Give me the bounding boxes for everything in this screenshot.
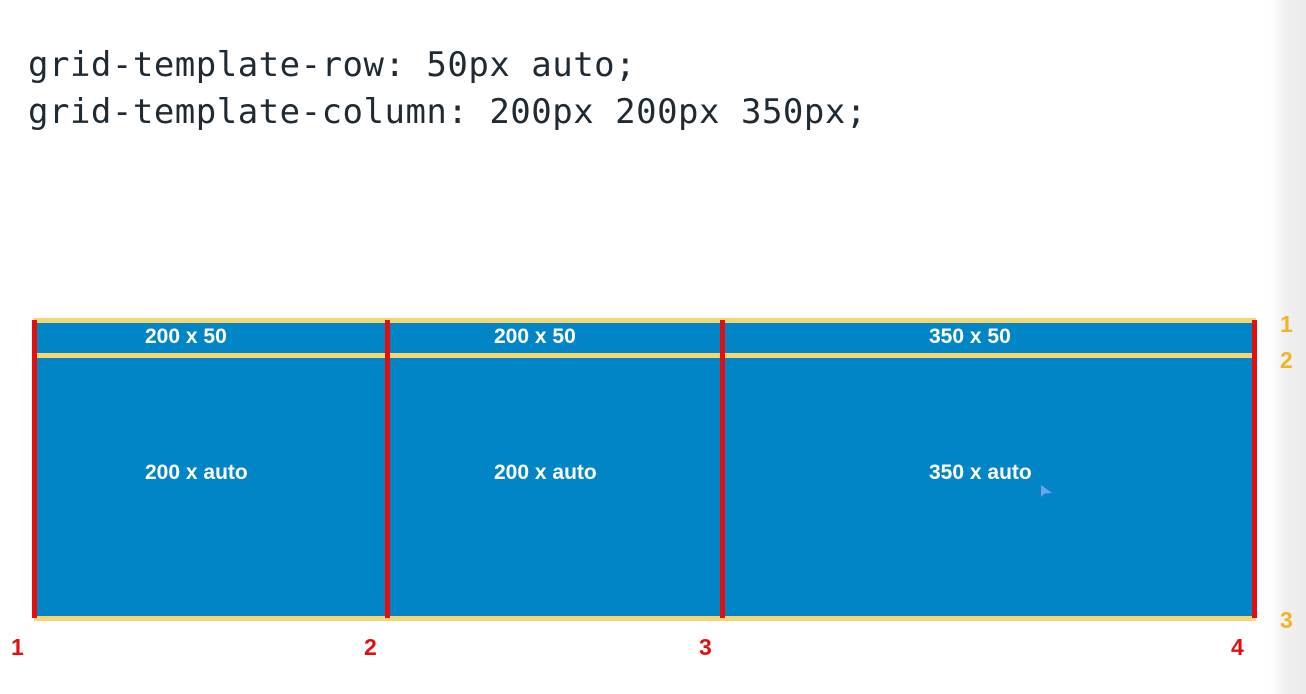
column-line-2 (385, 320, 390, 618)
row-line-2 (34, 353, 1256, 358)
cell-label: 200 x 50 (145, 325, 227, 348)
cell-label: 350 x auto (929, 461, 1032, 484)
column-line-number: 1 (11, 634, 24, 660)
column-line-1 (32, 320, 37, 618)
cell-label: 200 x 50 (494, 325, 576, 348)
column-line-3 (720, 320, 725, 618)
cell-label: 200 x auto (494, 461, 597, 484)
cell-label: 200 x auto (145, 461, 248, 484)
code-line-row-template: grid-template-row: 50px auto; (28, 45, 637, 85)
column-line-number: 4 (1231, 634, 1244, 660)
code-line-column-template: grid-template-column: 200px 200px 350px; (28, 92, 867, 132)
row-line-number: 1 (1280, 311, 1293, 337)
column-line-number: 3 (699, 634, 712, 660)
column-line-number: 2 (364, 634, 377, 660)
row-line-1 (34, 318, 1256, 323)
row-line-number: 3 (1280, 607, 1293, 633)
cell-label: 350 x 50 (929, 325, 1011, 348)
pointer-cursor-icon (1041, 485, 1052, 497)
row-line-3 (34, 616, 1256, 621)
column-line-4 (1252, 320, 1257, 618)
row-line-number: 2 (1280, 347, 1293, 373)
